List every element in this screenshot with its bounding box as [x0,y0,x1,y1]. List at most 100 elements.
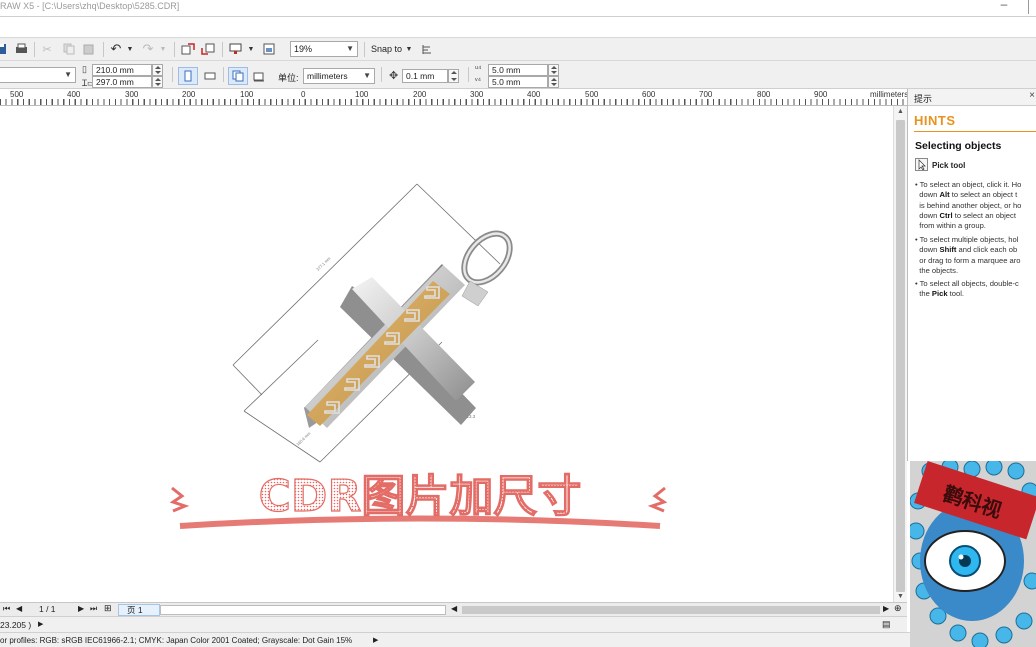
hint-paragraph-2: • To select multiple objects, hol down S… [915,235,1021,275]
chevron-down-icon: ▼ [363,71,371,80]
nudge-stepper[interactable] [448,69,459,83]
ruler-label: 200 [182,90,196,99]
ruler-ticks [0,99,905,105]
paper-width-value: 210.0 mm [96,65,134,75]
print-icon[interactable] [14,41,28,57]
ruler-label: 400 [67,90,81,99]
save-icon[interactable] [0,41,8,57]
profiles-arrow-icon[interactable]: ▶ [373,636,378,644]
hints-divider [914,131,1036,132]
scroll-down-icon[interactable]: ▼ [897,593,904,600]
width-icon: ▯ [82,64,87,74]
dup-x-stepper[interactable] [548,64,559,76]
ruler-label: 900 [814,90,828,99]
status-bar-coordinates: 23.205 ) ▶ ▤ [0,616,907,632]
page-navigator: ⏮ ◀ 1 / 1 ▶ ⏭ ⊞ 页 1 ◀ ▶ ⊕ [0,602,907,616]
import-icon[interactable] [180,41,196,57]
launcher-dropdown-icon[interactable]: ▼ [247,41,255,57]
horizontal-ruler[interactable]: 500 400 300 200 100 0 100 200 300 400 50… [0,89,910,106]
duplicate-x-icon: ᵘ⁴ [475,64,482,73]
cross-pendant[interactable] [304,225,519,428]
hints-docker: 提示 × HINTS Selecting objects Pick tool •… [907,89,1036,461]
paper-width-input[interactable]: 210.0 mm [92,64,163,76]
drawing-canvas[interactable]: 377.1 mm 165.6 mm 213.3 CDR图片加尺寸 [0,106,893,602]
color-profiles-text[interactable]: or profiles: RGB: sRGB IEC61966-2.1; CMY… [0,636,352,645]
close-icon[interactable]: × [1029,90,1035,101]
redo-dropdown-icon[interactable]: ▼ [159,41,167,57]
portrait-icon[interactable] [178,67,198,85]
all-pages-icon[interactable] [228,67,248,85]
nudge-distance-input[interactable]: 0.1 mm [402,69,459,83]
nudge-icon: ✥ [389,70,399,82]
minimize-button[interactable]: – [998,0,1010,11]
status-arrow-icon[interactable]: ▶ [38,620,43,628]
height-stepper[interactable] [152,76,163,88]
snap-to-label[interactable]: Snap to [371,44,402,54]
pick-tool-label: Pick tool [932,161,966,170]
horizontal-scroll-thumb[interactable] [462,606,880,614]
application-launcher-icon[interactable] [228,41,244,57]
paper-height-value: 297.0 mm [96,77,134,87]
ruler-label: 300 [125,90,139,99]
dimension-label-short: 165.6 mm [295,430,312,446]
document-properties-icon[interactable]: ▤ [882,619,891,630]
ruler-label: 600 [642,90,656,99]
paste-icon[interactable] [82,41,96,57]
vertical-scroll-thumb[interactable] [896,120,905,592]
options-icon[interactable] [420,41,434,57]
zoom-value: 19% [294,44,313,54]
ruler-label: 500 [10,90,24,99]
chevron-down-icon: ▼ [64,70,72,79]
next-page-icon[interactable]: ▶ [78,604,84,613]
ruler-label: 300 [470,90,484,99]
zoom-level-combo[interactable]: 19% ▼ [290,41,358,57]
ruler-units-label: millimeters [870,90,909,99]
duplicate-distance-y-input[interactable]: 5.0 mm [488,76,559,88]
dimension-label-long: 377.1 mm [315,255,332,271]
ruler-label: 100 [355,90,369,99]
last-page-icon[interactable]: ⏭ [90,604,97,614]
ruler-label: 400 [527,90,541,99]
welcome-screen-icon[interactable] [262,41,276,57]
scroll-left-icon[interactable]: ◀ [451,604,457,613]
ruler-label: 200 [413,90,427,99]
dup-y-stepper[interactable] [548,76,559,88]
hints-title: HINTS [914,113,956,128]
units-value: millimeters [307,71,348,81]
vertical-scrollbar[interactable]: ▲ ▼ [893,106,907,602]
undo-dropdown-icon[interactable]: ▼ [126,41,134,57]
landscape-icon[interactable] [201,67,219,85]
window-title: RAW X5 - [C:\Users\zhq\Desktop\5285.CDR] [0,1,180,11]
current-page-icon[interactable] [250,67,268,85]
docker-tab-hints[interactable]: 提示 [914,92,932,105]
export-icon[interactable] [200,41,216,57]
first-page-icon[interactable]: ⏮ [3,604,10,614]
undo-icon[interactable]: ↶ [108,41,124,57]
snap-dropdown-icon[interactable]: ▼ [405,41,413,57]
chevron-down-icon: ▼ [346,44,354,53]
cut-icon[interactable]: ✂ [40,41,54,57]
close-button[interactable] [1028,0,1036,14]
duplicate-distance-x-input[interactable]: 5.0 mm [488,64,559,76]
paper-type-combo[interactable]: ▼ [0,67,76,83]
copy-icon[interactable] [62,41,76,57]
width-stepper[interactable] [152,64,163,76]
pick-tool-icon [915,158,928,171]
hint-paragraph-1: • To select an object, click it. Ho down… [915,180,1022,231]
previous-page-icon[interactable]: ◀ [16,604,22,613]
menu-bar [0,16,1036,38]
standard-toolbar: ✂ ↶ ▼ ↷ ▼ ▼ 19% ▼ Snap to ▼ [0,38,1036,61]
units-combo[interactable]: millimeters ▼ [303,68,375,84]
add-page-icon[interactable]: ⊞ [104,603,112,614]
hint-paragraph-3: • To select all objects, double-c the Pi… [915,279,1019,299]
scroll-right-icon[interactable]: ▶ [883,604,889,613]
paper-height-input[interactable]: 297.0 mm [92,76,163,88]
scroll-up-icon[interactable]: ▲ [897,108,904,115]
zoom-navigator-icon[interactable]: ⊕ [894,603,902,614]
artwork[interactable]: 377.1 mm 165.6 mm 213.3 CDR图片加尺寸 [0,106,893,602]
dup-y-value: 5.0 mm [492,77,521,87]
redo-icon[interactable]: ↷ [140,41,156,57]
property-bar: ▼ ▯ 210.0 mm Ɪ▭ 297.0 mm 单位: millimeters… [0,61,1036,89]
title-banner[interactable]: CDR图片加尺寸 [169,470,668,529]
page-tab-1[interactable]: 页 1 [118,604,160,616]
